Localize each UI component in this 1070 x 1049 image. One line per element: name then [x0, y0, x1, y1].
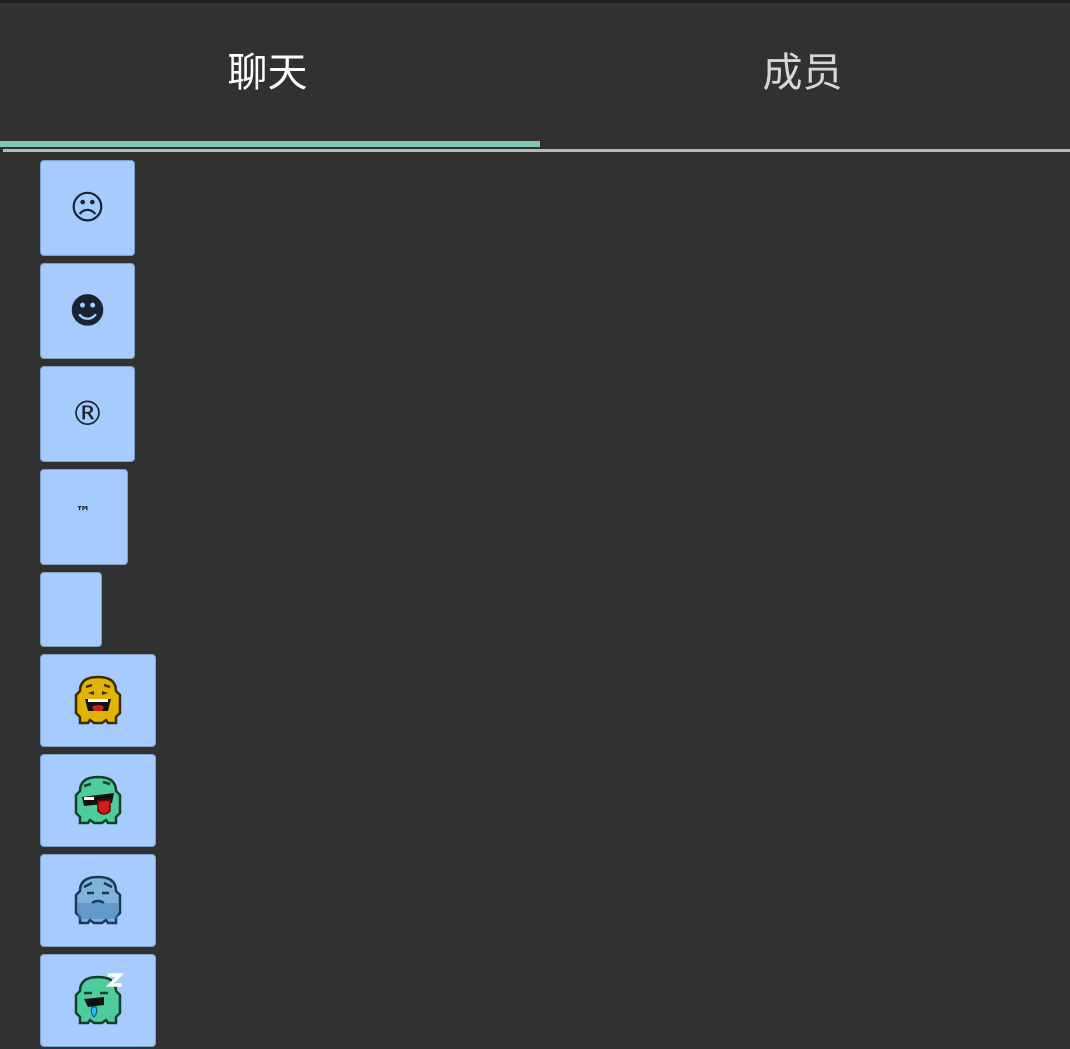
trademark-sign-icon: ™ [75, 503, 91, 521]
smiley-face-icon: ☻ [68, 290, 107, 332]
tab-bar: 聊天 成员 [0, 3, 1070, 143]
emoji-button[interactable]: ☻ [40, 263, 135, 359]
tab-members-label: 成员 [762, 50, 843, 96]
tab-selected-indicator [0, 141, 540, 147]
tab-chat-label: 聊天 [227, 50, 308, 96]
emoji-button[interactable] [40, 654, 156, 747]
emoji-button[interactable] [40, 572, 102, 647]
blue-sad-blob-icon [74, 875, 122, 924]
emoji-button[interactable]: ™ [40, 469, 128, 565]
emoji-button[interactable] [40, 754, 156, 847]
emoji-button[interactable] [40, 854, 156, 947]
tab-chat[interactable]: 聊天 [0, 3, 535, 143]
green-sleeping-blob-icon [74, 972, 125, 1024]
tab-members[interactable]: 成员 [535, 3, 1070, 143]
emoji-button[interactable] [40, 954, 156, 1047]
frown-face-icon: ☹ [69, 188, 106, 228]
yellow-laughing-blob-icon [74, 675, 122, 724]
tab-divider [3, 149, 1070, 152]
green-tongue-out-blob-icon [74, 775, 122, 824]
emoji-button[interactable]: ☹ [40, 160, 135, 256]
emoji-button[interactable]: ® [40, 366, 135, 462]
registered-sign-icon: ® [70, 394, 105, 434]
